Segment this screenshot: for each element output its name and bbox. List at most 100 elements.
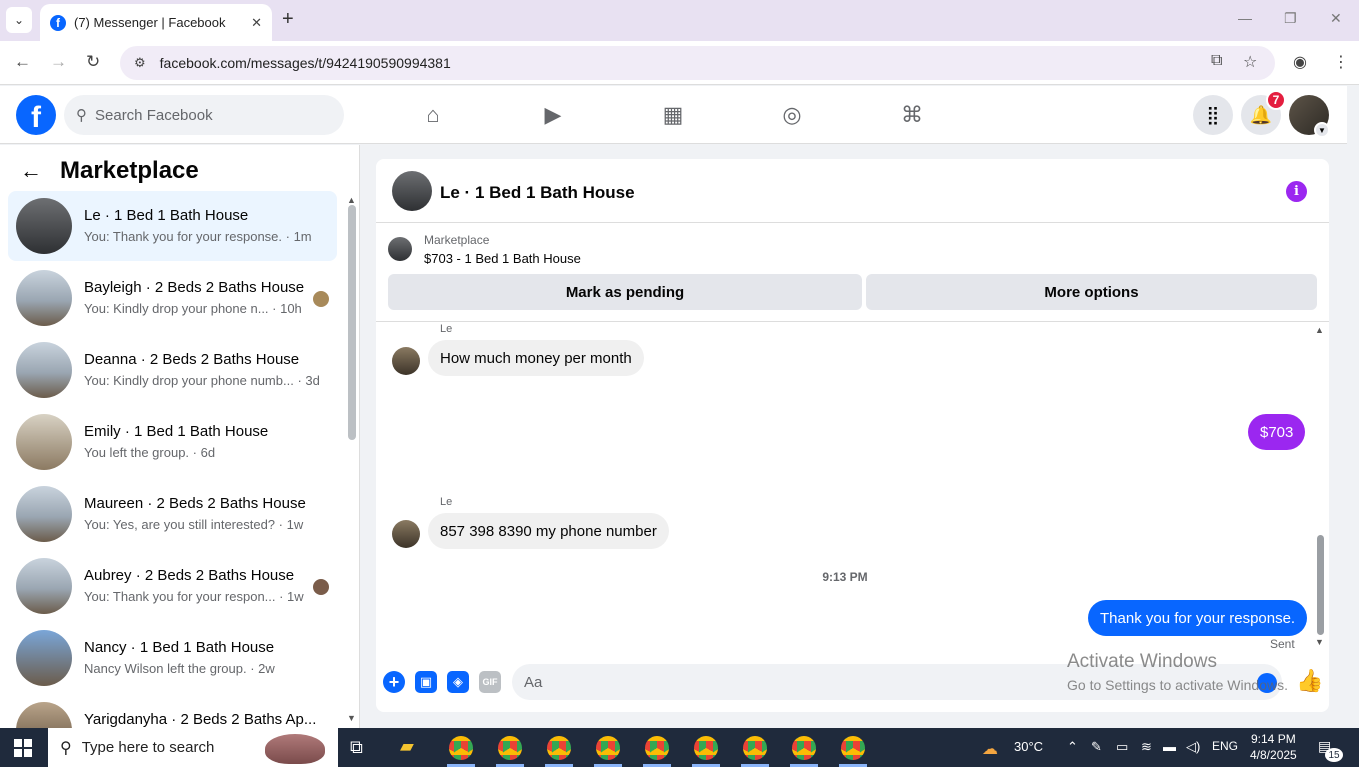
facebook-logo[interactable]: f	[16, 95, 56, 135]
scroll-down-arrow[interactable]: ▼	[347, 713, 356, 723]
forward-icon[interactable]: →	[50, 52, 67, 72]
menu-grid-icon[interactable]: ⣿	[1193, 95, 1233, 135]
conversation-name: Aubrey · 2 Beds 2 Baths House	[84, 567, 295, 584]
chrome-icon[interactable]	[743, 736, 767, 760]
home-icon[interactable]: ⌂	[418, 100, 448, 130]
conversation-item[interactable]: Yarigdanyha · 2 Beds 2 Baths Ap...	[8, 695, 337, 728]
bookmark-star-icon[interactable]: ☆	[1243, 52, 1257, 72]
sender-avatar[interactable]	[392, 520, 420, 548]
minimize-button[interactable]: —	[1238, 10, 1252, 26]
conversation-preview: You: Thank you for your respon... · 1w	[84, 589, 304, 604]
outgoing-message[interactable]: Thank you for your response.	[1088, 600, 1308, 636]
conversation-item[interactable]: Aubrey · 2 Beds 2 Baths House You: Thank…	[8, 551, 337, 621]
message-sender: Le	[440, 323, 453, 335]
address-bar[interactable]: ⚙ facebook.com/messages/t/94241905909943…	[120, 46, 1275, 80]
language-indicator[interactable]: ENG	[1212, 739, 1238, 753]
chrome-icon[interactable]	[449, 736, 473, 760]
conversation-item[interactable]: Le · 1 Bed 1 Bath House You: Thank you f…	[8, 191, 337, 261]
conversation-item[interactable]: Maureen · 2 Beds 2 Baths House You: Yes,…	[8, 479, 337, 549]
chrome-icon[interactable]	[596, 736, 620, 760]
sender-avatar[interactable]	[392, 347, 420, 375]
photo-icon[interactable]: ▣	[415, 671, 437, 693]
seen-avatar	[313, 579, 329, 595]
profile-icon[interactable]: ◉	[1293, 52, 1307, 72]
chrome-icon[interactable]	[498, 736, 522, 760]
temperature[interactable]: 30°C	[1014, 739, 1043, 754]
back-icon[interactable]: ←	[14, 52, 31, 72]
browser-menu-icon[interactable]: ⋮	[1333, 52, 1349, 72]
conversation-item[interactable]: Bayleigh · 2 Beds 2 Baths House You: Kin…	[8, 263, 337, 333]
chevron-down-icon[interactable]: ▼	[1314, 122, 1330, 138]
info-icon[interactable]: i	[1286, 181, 1307, 202]
reload-icon[interactable]: ↻	[86, 52, 100, 72]
weather-icon[interactable]: ☁	[982, 739, 998, 759]
conversation-name: Le · 1 Bed 1 Bath House	[84, 207, 249, 224]
scroll-up-arrow[interactable]: ▲	[347, 195, 356, 205]
conversation-avatar	[16, 414, 72, 470]
chrome-icon[interactable]	[694, 736, 718, 760]
thumbs-up-icon[interactable]: 👍	[1296, 668, 1323, 694]
watch-icon[interactable]: ▶	[538, 100, 568, 130]
facebook-favicon-icon: f	[50, 14, 66, 31]
close-window-button[interactable]: ✕	[1330, 10, 1342, 27]
conversation-item[interactable]: Emily · 1 Bed 1 Bath House You left the …	[8, 407, 337, 477]
taskbar-search-placeholder: Type here to search	[81, 739, 215, 756]
site-info-icon[interactable]: ⚙	[134, 55, 146, 71]
chat-avatar[interactable]	[392, 171, 432, 211]
incoming-message[interactable]: How much money per month	[428, 340, 644, 376]
marketplace-icon[interactable]: ▦	[658, 100, 688, 130]
chrome-icon[interactable]	[792, 736, 816, 760]
chat-scrollbar[interactable]	[1317, 535, 1324, 635]
listing-thumbnail[interactable]	[388, 237, 412, 261]
file-explorer-icon[interactable]: ▰	[400, 736, 414, 757]
url-text: facebook.com/messages/t/9424190590994381	[159, 55, 451, 71]
tab-search-dropdown[interactable]: ⌄	[6, 7, 32, 33]
more-options-button[interactable]: More options	[866, 274, 1317, 310]
task-view-icon[interactable]: ⧉	[350, 737, 363, 758]
gaming-icon[interactable]: ⌘	[897, 100, 927, 130]
outgoing-message[interactable]: $703	[1248, 414, 1306, 450]
chrome-icon[interactable]	[547, 736, 571, 760]
browser-tab[interactable]: f (7) Messenger | Facebook ✕	[40, 4, 272, 41]
chrome-icon[interactable]	[841, 736, 865, 760]
marketplace-listing-bar: Marketplace $703 - 1 Bed 1 Bath House Ma…	[376, 224, 1329, 322]
tab-close-icon[interactable]: ✕	[251, 15, 262, 31]
install-app-icon[interactable]: ⧉	[1211, 52, 1222, 70]
conversation-name: Nancy · 1 Bed 1 Bath House	[84, 639, 275, 656]
volume-icon[interactable]: ◁)	[1186, 739, 1200, 755]
groups-icon[interactable]: ◎	[777, 100, 807, 130]
pen-icon[interactable]: ✎	[1091, 739, 1102, 755]
chat-scroll-down-arrow[interactable]: ▼	[1315, 637, 1324, 647]
conversation-item[interactable]: Nancy · 1 Bed 1 Bath House Nancy Wilson …	[8, 623, 337, 693]
meet-icon[interactable]: ▭	[1116, 739, 1128, 755]
sidebar-scrollbar[interactable]	[348, 205, 356, 440]
conversation-avatar	[16, 558, 72, 614]
clock-time: 9:14 PM	[1251, 732, 1296, 746]
incoming-message[interactable]: 857 398 8390 my phone number	[428, 513, 669, 549]
conversation-item[interactable]: Deanna · 2 Beds 2 Baths House You: Kindl…	[8, 335, 337, 405]
windows-start-icon[interactable]	[14, 739, 32, 757]
chevron-up-icon[interactable]: ⌃	[1067, 739, 1078, 755]
message-sender: Le	[440, 496, 453, 508]
search-highlight-image	[265, 734, 325, 764]
back-arrow-icon[interactable]: ←	[20, 158, 42, 184]
listing-title[interactable]: $703 - 1 Bed 1 Bath House	[424, 251, 581, 266]
maximize-button[interactable]: ❐	[1284, 10, 1297, 27]
chat-title[interactable]: Le · 1 Bed 1 Bath House	[440, 183, 635, 203]
facebook-search-input[interactable]: ⚲ Search Facebook	[64, 95, 344, 135]
search-icon: ⚲	[60, 739, 72, 757]
taskbar-clock[interactable]: 9:14 PM 4/8/2025	[1250, 731, 1297, 763]
clock-date: 4/8/2025	[1250, 748, 1297, 762]
new-tab-button[interactable]: +	[282, 8, 294, 31]
conversation-avatar	[16, 270, 72, 326]
page-scrollbar[interactable]	[1347, 86, 1359, 728]
chat-header: Le · 1 Bed 1 Bath House i	[376, 159, 1329, 223]
gif-icon[interactable]: GIF	[479, 671, 501, 693]
wifi-icon[interactable]: ≋	[1141, 739, 1152, 755]
chrome-icon[interactable]	[645, 736, 669, 760]
plus-icon[interactable]: +	[383, 671, 405, 693]
battery-icon[interactable]: ▬	[1163, 739, 1176, 754]
chat-scroll-up-arrow[interactable]: ▲	[1315, 325, 1324, 335]
mark-as-pending-button[interactable]: Mark as pending	[388, 274, 862, 310]
sticker-icon[interactable]: ◈	[447, 671, 469, 693]
